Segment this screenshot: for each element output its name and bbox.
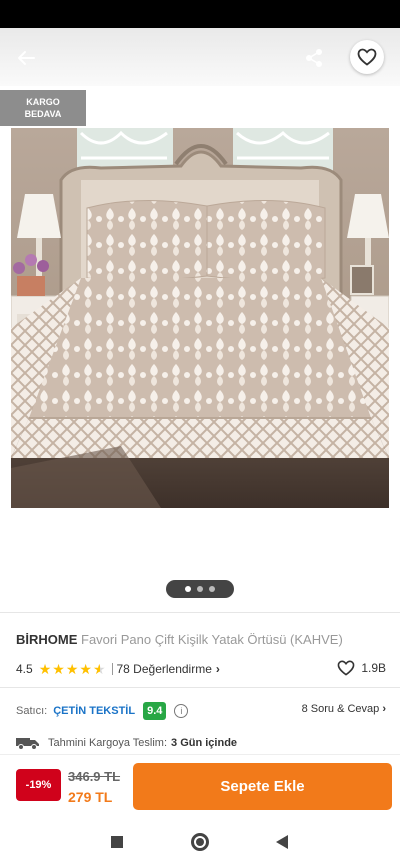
divider xyxy=(0,687,400,688)
star-half-icon: ★ xyxy=(92,661,106,677)
divider xyxy=(0,612,400,613)
free-shipping-badge: KARGO BEDAVA xyxy=(0,90,86,126)
delivery-label: Tahmini Kargoya Teslim: xyxy=(48,737,168,749)
chevron-right-icon: › xyxy=(382,703,386,715)
heart-outline-icon xyxy=(337,660,355,676)
star-icon: ★ xyxy=(65,661,79,677)
system-nav-bar xyxy=(0,818,400,866)
product-title: BİRHOME Favori Pano Çift Kişilk Yatak Ör… xyxy=(16,632,386,648)
rating-stars: ★ ★ ★ ★ ★ xyxy=(39,662,106,676)
discount-badge: -19% xyxy=(16,769,61,801)
purchase-bar: -19% 346.9 TL 279 TL Sepete Ekle xyxy=(0,754,400,818)
reviews-count: 78 Değerlendirme xyxy=(116,662,212,676)
delivery-row: Tahmini Kargoya Teslim: 3 Gün içinde xyxy=(16,735,386,751)
add-to-cart-button[interactable]: Sepete Ekle xyxy=(133,763,392,810)
chevron-right-icon: › xyxy=(215,662,220,676)
gallery-pagination[interactable] xyxy=(166,580,234,598)
share-button[interactable] xyxy=(298,42,330,74)
pagination-dot-3[interactable] xyxy=(209,586,215,592)
favorite-count[interactable]: 1.9B xyxy=(337,660,386,676)
home-icon[interactable] xyxy=(191,833,209,851)
star-icon: ★ xyxy=(79,661,92,677)
rating-row: 4.5 ★ ★ ★ ★ ★ 78 Değerlendirme › 1.9B xyxy=(16,660,386,678)
pagination-dot-2[interactable] xyxy=(197,586,203,592)
delivery-value: 3 Gün içinde xyxy=(171,737,238,749)
seller-score-badge: 9.4 xyxy=(143,702,167,720)
badge-line-2: BEDAVA xyxy=(24,109,62,119)
seller-row: Satıcı: ÇETİN TEKSTİL 9.4 i 8 Soru & Cev… xyxy=(16,700,386,722)
truck-icon xyxy=(16,736,40,750)
recent-apps-icon[interactable] xyxy=(111,836,123,848)
back-triangle-icon[interactable] xyxy=(276,835,288,849)
separator xyxy=(111,663,113,675)
qa-link-label: 8 Soru & Cevap xyxy=(301,703,380,715)
reviews-link[interactable]: 78 Değerlendirme › xyxy=(117,662,220,676)
badge-line-1: KARGO xyxy=(26,97,60,107)
pagination-dot-1[interactable] xyxy=(185,586,191,592)
arrow-left-icon xyxy=(18,51,35,65)
qa-link[interactable]: 8 Soru & Cevap › xyxy=(302,703,386,715)
old-price: 346.9 TL xyxy=(68,769,121,784)
seller-label: Satıcı: xyxy=(16,705,48,717)
product-brand[interactable]: BİRHOME xyxy=(16,632,77,647)
info-icon[interactable]: i xyxy=(174,704,189,718)
heart-outline-icon xyxy=(357,48,377,66)
top-bar xyxy=(0,28,400,86)
product-name: Favori Pano Çift Kişilk Yatak Örtüsü (KA… xyxy=(81,632,343,647)
current-price: 279 TL xyxy=(68,789,113,805)
share-icon xyxy=(306,49,322,67)
favorite-count-value: 1.9B xyxy=(361,661,386,675)
bedspread-photo xyxy=(11,128,389,508)
seller-name-link[interactable]: ÇETİN TEKSTİL xyxy=(53,705,135,717)
back-button[interactable] xyxy=(10,42,42,74)
star-icon: ★ xyxy=(52,661,65,677)
product-image[interactable] xyxy=(11,128,389,508)
rating-score: 4.5 xyxy=(16,662,33,676)
status-bar xyxy=(0,0,400,28)
star-icon: ★ xyxy=(38,661,52,677)
favorite-button[interactable] xyxy=(350,40,384,74)
product-gallery[interactable]: KARGO BEDAVA xyxy=(0,86,400,608)
